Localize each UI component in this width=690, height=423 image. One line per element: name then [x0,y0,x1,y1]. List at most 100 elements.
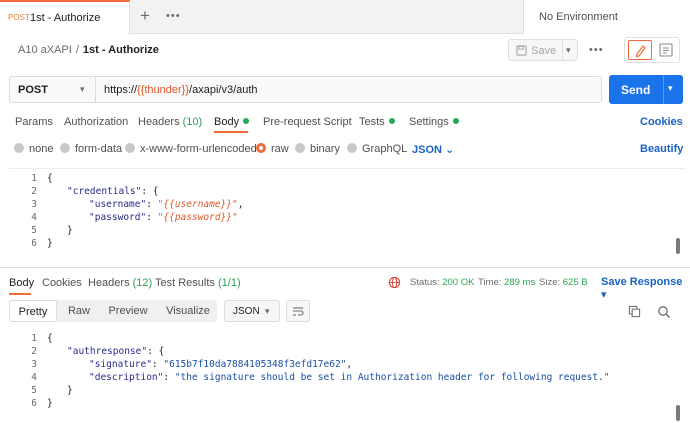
radio-binary-label: binary [310,143,340,155]
tab-prerequest-script[interactable]: Pre-request Script [263,116,352,128]
body-format-select[interactable]: JSON ⌄ [412,143,454,156]
radio-raw-label: raw [271,143,289,155]
pane-divider[interactable] [0,267,690,268]
response-tab-cookies[interactable]: Cookies [42,277,82,289]
request-tabs: Params Authorization Headers (10) Body P… [0,112,690,134]
tab-options-more-icon[interactable]: ••• [166,10,181,22]
response-format-select[interactable]: JSON ▾ [224,300,280,322]
view-mode-toggle [624,37,680,63]
breadcrumb: A10 aXAPI/1st - Authorize [18,44,159,56]
radio-none[interactable]: none [14,143,53,155]
save-button[interactable]: Save ▾ [508,39,578,61]
response-tab-tests-label: Test Results [155,277,215,289]
new-tab-plus-icon[interactable]: + [140,7,150,24]
radio-graphql[interactable]: GraphQL [347,143,407,155]
line-number: 2 [31,186,37,197]
view-preview[interactable]: Preview [105,300,151,322]
editor-scrollbar[interactable] [676,238,680,254]
edit-mode-button[interactable] [628,40,652,60]
copy-icon[interactable] [628,305,641,318]
radio-raw-circle [256,143,266,153]
code-line: "authresponse": { [67,346,164,357]
request-tab[interactable]: POST 1st - Authorize [0,0,130,35]
radio-raw[interactable]: raw [256,143,289,155]
json-string-value: "the signature should be set in Authoriz… [174,372,610,383]
chevron-down-icon[interactable]: ▾ [566,45,571,56]
url-text: https://{{thunder}}/axapi/v3/auth [104,84,258,96]
radio-binary[interactable]: binary [295,143,340,155]
response-scrollbar[interactable] [676,405,680,421]
response-status[interactable]: Status: 200 OK [410,277,474,288]
body-format-value: JSON [412,144,442,156]
line-number: 4 [31,212,37,223]
globe-icon[interactable] [388,276,401,289]
tab-params[interactable]: Params [15,116,53,128]
tab-settings-label: Settings [409,116,449,128]
json-punct: : [146,199,158,210]
send-button[interactable]: Send ▾ [609,75,683,104]
view-raw[interactable]: Raw [61,300,97,322]
tab-settings[interactable]: Settings [409,116,459,128]
url-input[interactable]: https://{{thunder}}/axapi/v3/auth [95,76,602,103]
line-number: 3 [31,359,37,370]
json-variable-value: "{{username}}" [157,199,238,210]
time-value: 289 ms [504,277,536,288]
line-number: 2 [31,346,37,357]
tab-bar: POST 1st - Authorize + ••• No Environmen… [0,0,690,35]
radio-form-data-label: form-data [75,143,123,155]
environment-selector[interactable]: No Environment [523,0,690,34]
save-response-button[interactable]: Save Response ▾ [601,276,690,301]
wrap-lines-button[interactable] [286,300,310,322]
radio-none-label: none [29,143,54,155]
status-value: 200 OK [442,277,475,288]
response-time[interactable]: Time: 289 ms [478,277,535,288]
line-number: 5 [31,225,37,236]
response-view-tabs: Pretty Raw Preview Visualize [9,300,217,322]
chevron-down-icon[interactable]: ▾ [668,83,673,94]
json-variable-value: "{{password}}" [157,212,238,223]
response-tab-headers[interactable]: Headers (12) [88,277,152,289]
radio-none-circle [14,143,24,153]
tab-authorization[interactable]: Authorization [64,116,128,128]
cookies-link[interactable]: Cookies [640,116,683,128]
json-punct: : [146,212,158,223]
chevron-down-icon: ⌄ [445,144,455,156]
tab-body[interactable]: Body [214,116,250,128]
chevron-down-icon: ▾ [265,306,270,316]
document-icon [659,43,673,57]
response-size[interactable]: Size: 625 B [539,277,588,288]
save-label: Save [531,45,557,57]
radio-urlencoded[interactable]: x-www-form-urlencoded [125,143,257,155]
method-select[interactable]: POST ▾ [9,76,95,103]
tab-tests[interactable]: Tests [359,116,395,128]
documentation-button[interactable] [656,40,676,60]
view-pretty[interactable]: Pretty [9,300,57,322]
url-suffix: /axapi/v3/auth [189,84,258,96]
request-body-editor[interactable]: 1 2 3 4 5 6 { "credentials": { "username… [9,168,686,258]
json-key: "signature" [89,359,152,370]
response-tab-body[interactable]: Body [9,277,34,289]
send-label: Send [621,83,651,97]
response-body-viewer[interactable]: 1 2 3 4 5 6 { "authresponse": { "signatu… [9,330,686,418]
json-string-value: "615b7f10da7884105348f3efd17e62" [163,359,347,370]
response-tab-headers-count: (12) [132,277,153,289]
search-icon[interactable] [657,305,671,319]
json-punct: : [163,372,175,383]
radio-form-data[interactable]: form-data [60,143,122,155]
code-line: } [47,238,53,249]
radio-form-data-circle [60,143,70,153]
response-tab-test-results[interactable]: Test Results (1/1) [155,277,241,289]
tab-headers-label: Headers [138,116,180,128]
view-visualize[interactable]: Visualize [161,300,215,322]
pencil-icon [635,45,646,58]
wrap-lines-icon [293,307,304,316]
tab-body-label: Body [214,116,240,128]
request-options-more-icon[interactable]: ••• [589,44,604,56]
json-punct: : { [147,346,165,357]
tab-headers-count: (10) [182,116,203,128]
chevron-down-icon: ▾ [601,289,607,301]
beautify-button[interactable]: Beautify [640,143,683,155]
tab-headers[interactable]: Headers (10) [138,116,202,128]
code-line: { [47,173,53,184]
breadcrumb-collection[interactable]: A10 aXAPI [18,44,72,56]
